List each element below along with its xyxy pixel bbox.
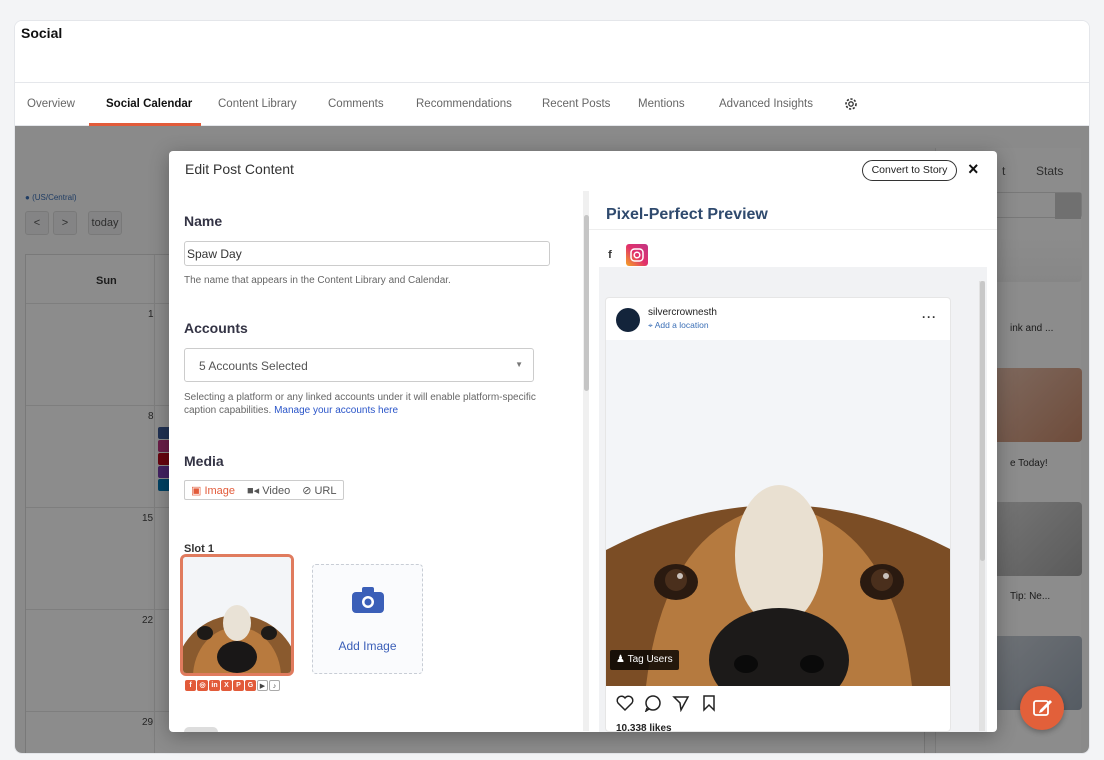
dog-photo-thumbnail bbox=[183, 557, 291, 673]
add-location-link[interactable]: ⌖ Add a location bbox=[648, 320, 709, 331]
media-heading: Media bbox=[184, 453, 224, 469]
slot-image-thumbnail[interactable] bbox=[180, 554, 294, 676]
dog-photo bbox=[606, 340, 950, 686]
name-help-text: The name that appears in the Content Lib… bbox=[184, 275, 451, 286]
media-tab-video-label: Video bbox=[262, 484, 291, 497]
media-tab-url[interactable]: ⊘ URL bbox=[296, 484, 342, 497]
convert-to-story-button[interactable]: Convert to Story bbox=[862, 160, 957, 181]
tab-comments[interactable]: Comments bbox=[328, 98, 384, 110]
tab-content-library[interactable]: Content Library bbox=[218, 98, 297, 110]
tab-mentions[interactable]: Mentions bbox=[638, 98, 685, 110]
accounts-select[interactable]: 5 Accounts Selected ▼ bbox=[184, 348, 534, 382]
post-username: silvercrownesth bbox=[648, 307, 717, 318]
x-icon[interactable]: X bbox=[221, 680, 232, 691]
page-title: Social bbox=[21, 25, 63, 41]
post-actions bbox=[616, 694, 718, 712]
page-header: Social bbox=[15, 21, 1089, 83]
instagram-icon bbox=[630, 248, 644, 262]
manage-accounts-link[interactable]: Manage your accounts here bbox=[274, 405, 398, 416]
divider bbox=[589, 229, 997, 230]
edit-icon bbox=[1033, 700, 1052, 716]
close-icon[interactable]: × bbox=[968, 159, 979, 180]
pinterest-icon[interactable]: P bbox=[233, 680, 244, 691]
platform-icons: f ◎ in X P G ▶ ♪ bbox=[185, 680, 280, 691]
google-icon[interactable]: G bbox=[245, 680, 256, 691]
like-count: 10,338 likes bbox=[616, 723, 672, 732]
media-tab-image[interactable]: ▣ Image bbox=[185, 484, 241, 497]
instagram-icon[interactable]: ◎ bbox=[197, 680, 208, 691]
post-editor-pane: Name Spaw Day The name that appears in t… bbox=[169, 189, 589, 732]
name-heading: Name bbox=[184, 213, 223, 229]
add-location-text: Add a location bbox=[654, 320, 709, 330]
tag-users-label: Tag Users bbox=[627, 654, 673, 665]
add-image-button[interactable]: Add Image bbox=[312, 564, 423, 674]
tab-advanced-insights[interactable]: Advanced Insights bbox=[719, 98, 813, 110]
modal-title: Edit Post Content bbox=[185, 161, 294, 177]
facebook-icon[interactable]: f bbox=[185, 680, 196, 691]
instagram-post-preview: silvercrownesth ⌖ Add a location ··· ♟ T… bbox=[605, 297, 951, 732]
toggle-switch[interactable] bbox=[184, 727, 218, 732]
preview-tab-facebook[interactable]: f bbox=[599, 244, 621, 266]
media-type-tabs: ▣ Image ■◂ Video ⊘ URL bbox=[184, 480, 344, 500]
add-image-label: Add Image bbox=[338, 639, 397, 653]
share-icon[interactable] bbox=[672, 694, 690, 712]
gear-icon[interactable] bbox=[843, 96, 859, 112]
accounts-help-text: Selecting a platform or any linked accou… bbox=[184, 391, 564, 417]
chevron-down-icon: ▼ bbox=[515, 360, 523, 369]
tab-bar: Overview Social Calendar Content Library… bbox=[15, 83, 1089, 126]
comment-icon[interactable] bbox=[644, 694, 662, 712]
camera-icon bbox=[352, 587, 384, 613]
tag-users-button[interactable]: ♟ Tag Users bbox=[610, 650, 679, 670]
tab-recommendations[interactable]: Recommendations bbox=[416, 98, 512, 110]
tab-social-calendar[interactable]: Social Calendar bbox=[106, 98, 192, 110]
tab-overview[interactable]: Overview bbox=[27, 98, 75, 110]
tab-recent-posts[interactable]: Recent Posts bbox=[542, 98, 610, 110]
accounts-select-value: 5 Accounts Selected bbox=[199, 359, 308, 373]
bookmark-icon[interactable] bbox=[700, 694, 718, 712]
preview-scrollbar-thumb[interactable] bbox=[980, 281, 985, 561]
heart-icon[interactable] bbox=[616, 694, 634, 712]
linkedin-icon[interactable]: in bbox=[209, 680, 220, 691]
edit-post-modal: Edit Post Content Convert to Story × Nam… bbox=[169, 151, 997, 732]
preview-pane: Pixel-Perfect Preview f silvercrownesth … bbox=[589, 189, 997, 732]
media-tab-video[interactable]: ■◂ Video bbox=[241, 484, 296, 497]
youtube-icon[interactable]: ▶ bbox=[257, 680, 268, 691]
media-tab-url-label: URL bbox=[314, 484, 337, 497]
media-tab-image-label: Image bbox=[204, 484, 236, 497]
more-options-icon[interactable]: ··· bbox=[922, 310, 937, 324]
preview-title: Pixel-Perfect Preview bbox=[606, 206, 768, 223]
post-name-input[interactable]: Spaw Day bbox=[184, 241, 550, 266]
post-photo bbox=[606, 340, 950, 686]
compose-button[interactable] bbox=[1020, 686, 1064, 730]
avatar bbox=[616, 308, 640, 332]
preview-tab-instagram[interactable] bbox=[626, 244, 648, 266]
accounts-heading: Accounts bbox=[184, 320, 248, 336]
tiktok-icon[interactable]: ♪ bbox=[269, 680, 280, 691]
